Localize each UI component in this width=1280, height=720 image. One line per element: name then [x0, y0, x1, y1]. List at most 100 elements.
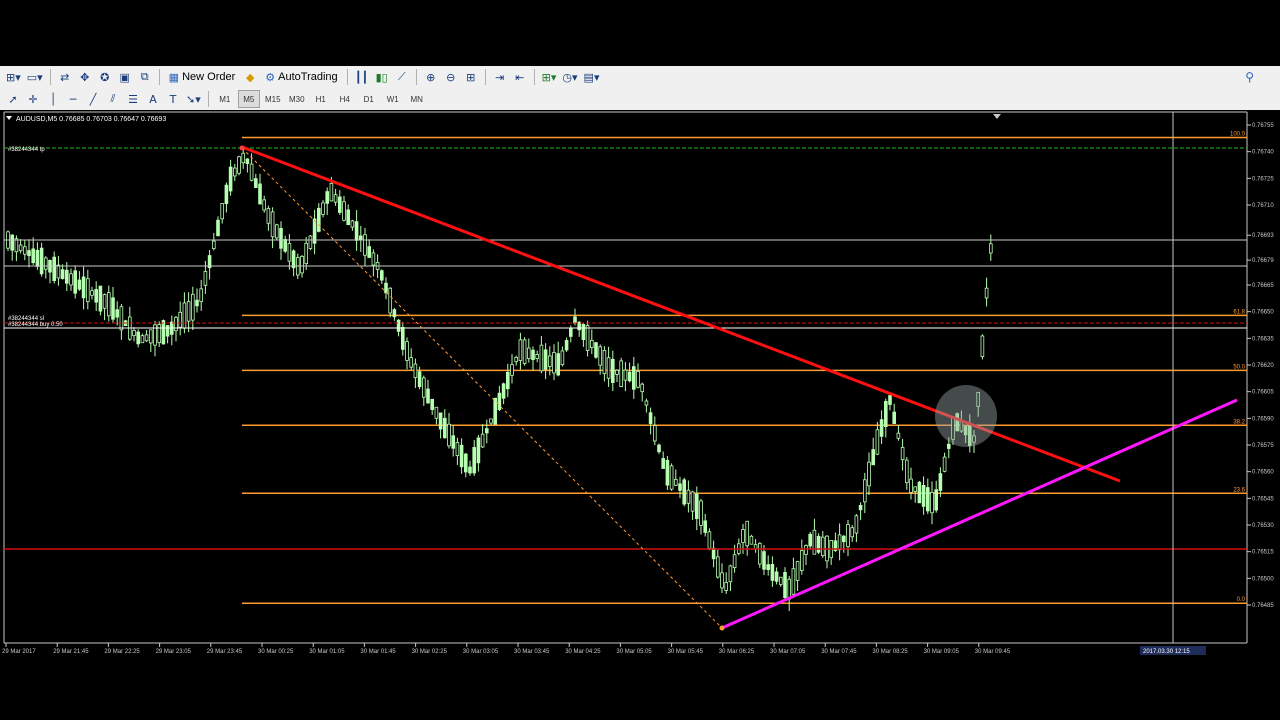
- timeframe-h1-button[interactable]: H1: [310, 90, 332, 108]
- auto-scroll-button[interactable]: ⇥: [491, 68, 509, 86]
- chart-window[interactable]: AUDUSD,M5 0.76685 0.76703 0.76647 0.7669…: [0, 110, 1280, 720]
- timeframe-m30-button[interactable]: M30: [286, 90, 308, 108]
- tile-windows-button[interactable]: ⊞: [462, 68, 480, 86]
- candle-body: [220, 203, 225, 220]
- candle-body: [195, 299, 199, 307]
- line-chart-button[interactable]: ⟋: [393, 68, 411, 86]
- periods-button[interactable]: ◷▾: [560, 68, 579, 86]
- candle-body: [619, 360, 623, 387]
- profiles-button[interactable]: ▭▾: [25, 68, 45, 86]
- crosshair-button[interactable]: ✛: [24, 90, 42, 108]
- timeframe-m1-button[interactable]: M1: [214, 90, 236, 108]
- cursor-icon: ➚: [8, 92, 18, 106]
- navigator-button[interactable]: ✪: [96, 68, 114, 86]
- candle-body: [632, 366, 636, 390]
- time-tick-label: 29 Mar 21:45: [53, 649, 89, 655]
- timeframe-label: H1: [315, 94, 326, 104]
- price-tick-label: 0.76710: [1252, 203, 1274, 209]
- terminal-button[interactable]: ▣: [116, 68, 134, 86]
- timeframe-d1-button[interactable]: D1: [358, 90, 380, 108]
- trendline-anchor[interactable]: [719, 625, 725, 631]
- candle-body: [308, 235, 313, 249]
- zoom-in-button[interactable]: ⊕: [422, 68, 440, 86]
- candle-body: [447, 423, 451, 447]
- candle-body: [938, 473, 943, 491]
- trendline-anchor[interactable]: [239, 145, 245, 151]
- time-tick-label: 30 Mar 07:45: [821, 649, 857, 655]
- fibonacci-icon: ☰: [128, 92, 138, 106]
- candle-body: [758, 542, 762, 565]
- text-button[interactable]: A: [144, 90, 162, 108]
- trendline-button[interactable]: ╱: [84, 90, 102, 108]
- candle-body: [73, 270, 78, 294]
- time-tick-label: 30 Mar 00:25: [258, 649, 294, 655]
- chart-shift-button[interactable]: ⇤: [511, 68, 529, 86]
- horizontal-line-button[interactable]: ─: [64, 90, 82, 108]
- candle-body: [808, 533, 812, 547]
- bottom-black-area: [0, 660, 1280, 720]
- time-tick-label: 29 Mar 2017: [2, 649, 36, 655]
- price-tick-label: 0.76560: [1252, 470, 1274, 476]
- candle-body: [598, 346, 602, 366]
- timeframe-m5-button[interactable]: M5: [237, 90, 260, 108]
- new-chart-button[interactable]: ⊞▾: [4, 68, 23, 86]
- indicators-button[interactable]: ⊞▾: [540, 68, 559, 86]
- candle-body: [190, 293, 195, 321]
- indicators-icon: ⊞▾: [541, 70, 557, 84]
- candle-body: [791, 568, 796, 595]
- price-chart[interactable]: AUDUSD,M5 0.76685 0.76703 0.76647 0.7669…: [0, 110, 1280, 660]
- timeframe-label: H4: [339, 94, 350, 104]
- candle-body: [98, 285, 103, 312]
- time-tick-label: 30 Mar 09:45: [975, 649, 1011, 655]
- candle-body: [115, 309, 120, 318]
- candle-body: [686, 489, 691, 504]
- metaeditor-button[interactable]: ◆: [241, 68, 259, 86]
- candle-body: [846, 524, 850, 548]
- autotrading-button[interactable]: ⚙ AutoTrading: [261, 68, 341, 86]
- timeframe-mn-button[interactable]: MN: [406, 90, 428, 108]
- templates-button[interactable]: ▤▾: [582, 68, 602, 86]
- candle-body: [69, 273, 73, 286]
- price-tick-label: 0.76620: [1252, 363, 1274, 369]
- time-tick-label: 29 Mar 22:25: [104, 649, 140, 655]
- candle-body: [501, 383, 506, 399]
- candle-body: [926, 487, 930, 512]
- candle-body: [909, 478, 913, 493]
- new-order-button[interactable]: ▦ New Order: [165, 68, 240, 86]
- equidistant-channel-button[interactable]: ⫽: [104, 90, 122, 108]
- candle-body: [27, 250, 31, 257]
- strategy-tester-button[interactable]: ⧉: [136, 68, 154, 86]
- candle-body: [451, 435, 455, 449]
- candle-body: [468, 466, 472, 474]
- toolbar-separator: [207, 91, 209, 107]
- timeframe-h4-button[interactable]: H4: [334, 90, 356, 108]
- autotrading-label: AutoTrading: [278, 71, 338, 83]
- candle-body: [274, 224, 279, 239]
- candle-body: [203, 271, 208, 286]
- search-button[interactable]: ⚲: [1245, 70, 1254, 84]
- toolbar-separator: [484, 69, 486, 85]
- timeframe-m15-button[interactable]: M15: [262, 90, 284, 108]
- vertical-line-button[interactable]: │: [44, 90, 62, 108]
- timeframe-w1-button[interactable]: W1: [382, 90, 404, 108]
- timeframe-label: MN: [410, 94, 423, 104]
- candle-body: [854, 515, 859, 534]
- arrows-button[interactable]: ➘▾: [184, 90, 203, 108]
- candle-body: [111, 297, 115, 320]
- market-watch-button[interactable]: ⇄: [56, 68, 74, 86]
- candle-body: [539, 344, 544, 372]
- candlestick-button[interactable]: ▮▯: [373, 68, 391, 86]
- cursor-button[interactable]: ➚: [4, 90, 22, 108]
- time-tick-label: 30 Mar 03:05: [463, 649, 499, 655]
- candle-body: [913, 486, 917, 492]
- price-tick-label: 0.76590: [1252, 416, 1274, 422]
- zoom-out-button[interactable]: ⊖: [442, 68, 460, 86]
- candle-body: [342, 201, 346, 221]
- text-label-button[interactable]: T: [164, 90, 182, 108]
- candle-body: [682, 479, 686, 505]
- data-window-button[interactable]: ✥: [76, 68, 94, 86]
- bar-chart-button[interactable]: ┃┃: [353, 68, 371, 86]
- price-tick-label: 0.76755: [1252, 123, 1274, 129]
- fibonacci-button[interactable]: ☰: [124, 90, 142, 108]
- timeframe-label: M1: [219, 94, 231, 104]
